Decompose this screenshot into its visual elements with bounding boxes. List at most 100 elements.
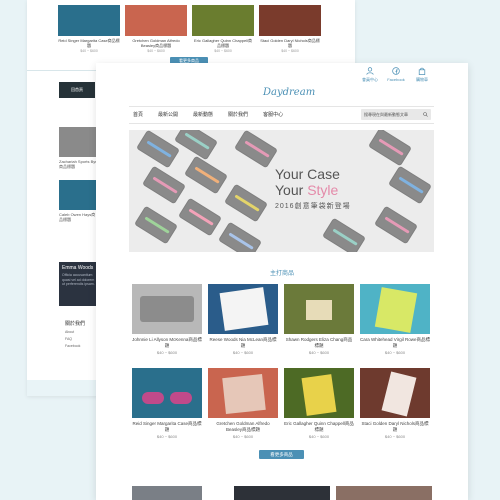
member-center-link[interactable]: 會員中心	[360, 67, 380, 83]
partial-image	[336, 486, 432, 500]
featured-section-title: 主打商品	[269, 271, 294, 277]
cart-label: 購物車	[416, 77, 428, 82]
product-card[interactable]: Reese Woods Nia McLean商品標題 $40 ~ $600	[208, 284, 278, 355]
bg-product-name: Reid Singer Margarita Case商品標題	[58, 38, 120, 48]
product-price: $40 ~ $600	[232, 434, 254, 439]
bg-testimonial: Emma Woods Officia accusantium quasi vel…	[59, 262, 99, 306]
banner-headline-2: Your Style	[275, 182, 375, 198]
product-name: Gretchen Goldman Alfredo Beasley商品標題	[216, 421, 270, 432]
more-products-button[interactable]: 看更多商品	[259, 450, 304, 459]
product-card[interactable]: Eric Gallagher Quinn Chappell商品標題 $40 ~ …	[284, 368, 354, 439]
bg-product-card[interactable]: Gretchen Goldman Alfredo Beasley商品標題 $40…	[125, 5, 187, 53]
bg-product-card[interactable]: Eric Gallagher Quinn Chappell商品標題 $40 ~ …	[192, 5, 254, 53]
product-image	[284, 368, 354, 418]
nav-item-about[interactable]: 關於我們	[228, 107, 248, 123]
product-image	[284, 284, 354, 334]
banner-headline-1: Your Case	[275, 166, 340, 182]
bg-product-name: Eric Gallagher Quinn Chappell商品標題	[193, 38, 253, 48]
product-price: $40 ~ $600	[232, 350, 254, 355]
product-name: Reese Woods Nia McLean商品標題	[209, 337, 277, 348]
pencil-case-image	[224, 183, 268, 223]
banner-headline-2-plain: Your	[275, 182, 308, 198]
bg-side-item[interactable]: Caleb Owen Hays商品標題	[59, 180, 99, 222]
product-price: $40 ~ $600	[384, 434, 406, 439]
product-name: Eric Gallagher Quinn Chappell商品標題	[284, 421, 354, 432]
product-image	[208, 368, 278, 418]
main-nav: 首頁 最新公開 最新動態 關於我們 客服中心	[133, 107, 298, 123]
pencil-case-image	[218, 221, 262, 252]
pencil-case-image	[368, 130, 412, 167]
user-icon	[366, 67, 374, 75]
product-card[interactable]: Cara Whitehead Virgil Rowe商品標題 $40 ~ $60…	[360, 284, 430, 355]
product-name: Cara Whitehead Virgil Rowe商品標題	[360, 337, 430, 348]
product-card[interactable]: Staci Golden Daryl Nichols商品標題 $40 ~ $60…	[360, 368, 430, 439]
bg-product-price: $40 ~ $600	[147, 49, 165, 53]
bg-side-caption: Caleb Owen Hays商品標題	[59, 212, 96, 222]
pencil-case-image	[136, 130, 180, 169]
bg-product-card[interactable]: Reid Singer Margarita Case商品標題 $40 ~ $60…	[58, 5, 120, 53]
facebook-icon	[392, 67, 400, 75]
bg-side-image	[59, 127, 99, 157]
search-placeholder: 搜尋現在與最新動態文章	[364, 112, 408, 117]
nav-item-support[interactable]: 客服中心	[263, 107, 283, 123]
bg-side-caption: Zachariah Sports Byrd商品標題	[59, 159, 99, 169]
pencil-case-image	[374, 205, 418, 245]
product-image	[208, 284, 278, 334]
product-price: $40 ~ $600	[308, 434, 330, 439]
product-name: Johnnie Li Allyson McKenna商品標題	[132, 337, 202, 348]
bg-side-image	[59, 180, 99, 210]
nav-bottom-border	[129, 123, 434, 124]
partial-image	[132, 486, 202, 500]
bg-product-price: $40 ~ $600	[214, 49, 232, 53]
bg-product-price: $40 ~ $600	[80, 49, 98, 53]
bg-product-image	[192, 5, 254, 36]
search-icon[interactable]	[423, 112, 428, 117]
product-price: $40 ~ $600	[156, 350, 178, 355]
bg-product-image	[125, 5, 187, 36]
pencil-case-image	[134, 205, 178, 245]
bg-product-price: $40 ~ $600	[281, 49, 299, 53]
facebook-link[interactable]: Facebook	[386, 67, 406, 83]
product-price: $40 ~ $600	[308, 350, 330, 355]
cart-icon	[418, 67, 426, 75]
product-name: Reid Singer Margarita Case商品標題	[132, 421, 202, 432]
member-center-label: 會員中心	[362, 77, 378, 82]
site-logo[interactable]: Daydream	[263, 87, 315, 98]
cart-link[interactable]: 購物車	[412, 67, 432, 83]
pencil-case-image	[142, 165, 186, 205]
product-price: $40 ~ $600	[156, 434, 178, 439]
product-name: Shawn Rodgers Eliza Chang商品標題	[285, 337, 353, 348]
product-image	[132, 284, 202, 334]
partial-image	[234, 486, 330, 500]
nav-item-home[interactable]: 首頁	[133, 107, 143, 123]
nav-item-news[interactable]: 最新動態	[193, 107, 213, 123]
product-card[interactable]: Reid Singer Margarita Case商品標題 $40 ~ $60…	[132, 368, 202, 439]
banner-text: Your Case Your Style 2016創意筆袋新登場	[275, 166, 375, 211]
pencil-case-image	[184, 155, 228, 195]
bg-product-card[interactable]: Staci Golden Daryl Nichols商品標題 $40 ~ $60…	[259, 5, 321, 53]
bg-nav-button[interactable]: 回首頁	[59, 82, 95, 98]
bg-testimonial-name: Emma Woods	[62, 265, 94, 271]
bg-side-item[interactable]: Zachariah Sports Byrd商品標題	[59, 127, 99, 169]
nav-item-latest[interactable]: 最新公開	[158, 107, 178, 123]
facebook-label: Facebook	[387, 77, 405, 82]
bg-product-image	[259, 5, 321, 36]
product-image	[360, 284, 430, 334]
main-page-mockup: 會員中心 Facebook 購物車 Daydream 首頁 最新公開 最新動態 …	[96, 63, 468, 500]
product-image	[132, 368, 202, 418]
header-icons: 會員中心 Facebook 購物車	[360, 67, 432, 83]
bg-testimonial-text: Officia accusantium quasi vel ad dolorem…	[62, 273, 95, 286]
hero-banner[interactable]: Your Case Your Style 2016創意筆袋新登場	[129, 130, 434, 252]
search-input[interactable]: 搜尋現在與最新動態文章	[361, 109, 431, 120]
bg-product-image	[58, 5, 120, 36]
product-card[interactable]: Gretchen Goldman Alfredo Beasley商品標題 $40…	[208, 368, 278, 439]
pencil-case-image	[178, 197, 222, 237]
product-price: $40 ~ $600	[384, 350, 406, 355]
product-card[interactable]: Johnnie Li Allyson McKenna商品標題 $40 ~ $60…	[132, 284, 202, 355]
pencil-case-image	[388, 165, 432, 205]
product-card[interactable]: Shawn Rodgers Eliza Chang商品標題 $40 ~ $600	[284, 284, 354, 355]
product-name: Staci Golden Daryl Nichols商品標題	[361, 421, 429, 432]
pencil-case-image	[234, 130, 278, 169]
product-image	[360, 368, 430, 418]
banner-subtitle: 2016創意筆袋新登場	[275, 203, 351, 210]
